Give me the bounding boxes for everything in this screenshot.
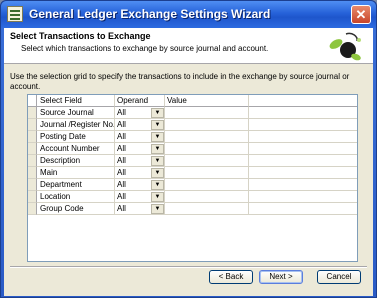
row-header <box>28 167 37 179</box>
row-header <box>28 119 37 131</box>
select-field-cell: Location <box>37 191 115 203</box>
value-cell[interactable] <box>165 107 249 119</box>
table-row[interactable]: Account Number All ▼ <box>28 143 357 155</box>
select-field-cell: Source Journal <box>37 107 115 119</box>
select-field-cell: Account Number <box>37 143 115 155</box>
chevron-down-icon[interactable]: ▼ <box>151 132 164 142</box>
empty-cell <box>249 191 357 203</box>
value-cell[interactable] <box>165 203 249 215</box>
table-row[interactable]: Journal /Register No. All ▼ <box>28 119 357 131</box>
back-button[interactable]: < Back <box>209 270 253 284</box>
table-row[interactable]: Location All ▼ <box>28 191 357 203</box>
wizard-body: Select Transactions to Exchange Select w… <box>4 28 373 296</box>
chevron-down-icon[interactable]: ▼ <box>151 168 164 178</box>
page-title: Select Transactions to Exchange <box>10 31 151 41</box>
operand-value: All <box>117 144 126 153</box>
operand-value: All <box>117 180 126 189</box>
row-header <box>28 131 37 143</box>
wizard-logo <box>329 32 361 61</box>
divider <box>10 266 367 268</box>
operand-value: All <box>117 204 126 213</box>
wizard-window: General Ledger Exchange Settings Wizard … <box>0 0 377 298</box>
empty-cell <box>249 167 357 179</box>
chevron-down-icon[interactable]: ▼ <box>151 204 164 214</box>
empty-cell <box>249 143 357 155</box>
empty-cell <box>249 119 357 131</box>
next-button[interactable]: Next > <box>259 270 303 284</box>
chevron-down-icon[interactable]: ▼ <box>151 144 164 154</box>
select-field-cell: Posting Date <box>37 131 115 143</box>
select-field-cell: Main <box>37 167 115 179</box>
wizard-header: Select Transactions to Exchange Select w… <box>4 28 373 64</box>
row-header <box>28 107 37 119</box>
table-row[interactable]: Main All ▼ <box>28 167 357 179</box>
value-cell[interactable] <box>165 179 249 191</box>
column-header-empty <box>249 95 357 107</box>
select-field-cell: Department <box>37 179 115 191</box>
chevron-down-icon[interactable]: ▼ <box>151 108 164 118</box>
column-header-value: Value <box>165 95 249 107</box>
empty-cell <box>249 155 357 167</box>
value-cell[interactable] <box>165 131 249 143</box>
value-cell[interactable] <box>165 167 249 179</box>
instructions-text: Use the selection grid to specify the tr… <box>10 72 350 91</box>
operand-value: All <box>117 108 126 117</box>
selection-grid[interactable]: Select Field Operand Value Source Journa… <box>27 94 358 262</box>
column-header-select-field: Select Field <box>37 95 115 107</box>
close-icon[interactable]: ✕ <box>351 5 371 24</box>
ledger-icon <box>7 6 23 22</box>
table-row[interactable]: Department All ▼ <box>28 179 357 191</box>
row-header <box>28 191 37 203</box>
operand-value: All <box>117 132 126 141</box>
row-header <box>28 143 37 155</box>
value-cell[interactable] <box>165 119 249 131</box>
table-row[interactable]: Posting Date All ▼ <box>28 131 357 143</box>
value-cell[interactable] <box>165 191 249 203</box>
chevron-down-icon[interactable]: ▼ <box>151 120 164 130</box>
select-field-cell: Group Code <box>37 203 115 215</box>
table-row[interactable]: Group Code All ▼ <box>28 203 357 215</box>
title-bar[interactable]: General Ledger Exchange Settings Wizard … <box>1 1 376 28</box>
value-cell[interactable] <box>165 155 249 167</box>
operand-value: All <box>117 120 126 129</box>
value-cell[interactable] <box>165 143 249 155</box>
page-subtitle: Select which transactions to exchange by… <box>21 44 269 53</box>
empty-cell <box>249 203 357 215</box>
empty-cell <box>249 107 357 119</box>
table-row[interactable]: Source Journal All ▼ <box>28 107 357 119</box>
operand-value: All <box>117 156 126 165</box>
empty-cell <box>249 179 357 191</box>
window-title: General Ledger Exchange Settings Wizard <box>29 7 271 21</box>
cancel-button[interactable]: Cancel <box>317 270 361 284</box>
grid-header-row: Select Field Operand Value <box>28 95 357 107</box>
select-field-cell: Description <box>37 155 115 167</box>
chevron-down-icon[interactable]: ▼ <box>151 180 164 190</box>
row-header-corner <box>28 95 37 107</box>
table-row[interactable]: Description All ▼ <box>28 155 357 167</box>
row-header <box>28 203 37 215</box>
operand-value: All <box>117 192 126 201</box>
chevron-down-icon[interactable]: ▼ <box>151 156 164 166</box>
chevron-down-icon[interactable]: ▼ <box>151 192 164 202</box>
row-header <box>28 179 37 191</box>
empty-cell <box>249 131 357 143</box>
select-field-cell: Journal /Register No. <box>37 119 115 131</box>
column-header-operand: Operand <box>115 95 165 107</box>
row-header <box>28 155 37 167</box>
operand-value: All <box>117 168 126 177</box>
